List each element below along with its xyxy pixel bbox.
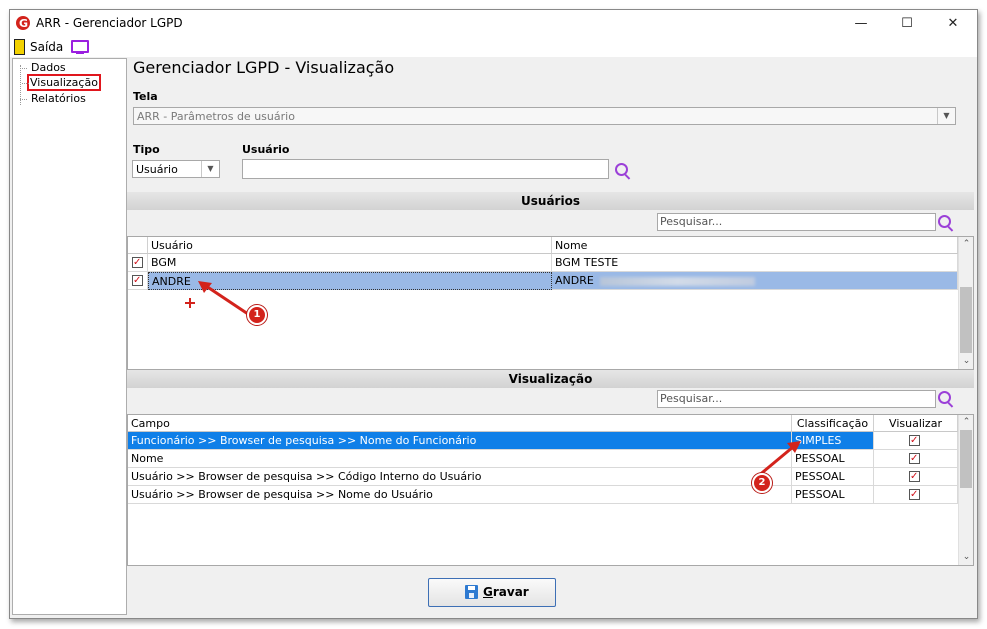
cell-campo: Usuário >> Browser de pesquisa >> Código… xyxy=(128,468,792,486)
tipo-select-value: Usuário xyxy=(136,163,178,176)
checkbox[interactable] xyxy=(909,468,920,485)
row-checkbox-cell[interactable] xyxy=(128,254,148,272)
app-window: G ARR - Gerenciador LGPD — ☐ ✕ Saída Dad… xyxy=(9,9,978,619)
tela-label: Tela xyxy=(133,90,158,103)
search-icon[interactable] xyxy=(938,215,951,228)
column-header-visualizar[interactable]: Visualizar xyxy=(874,415,958,432)
column-header-classificacao[interactable]: Classificação xyxy=(792,415,874,432)
column-header-check xyxy=(128,237,148,254)
scroll-up-icon[interactable]: ⌃ xyxy=(959,415,973,430)
save-disk-icon xyxy=(465,585,478,599)
usuarios-section-header: Usuários xyxy=(127,192,974,210)
usuario-label: Usuário xyxy=(242,143,290,156)
window-title: ARR - Gerenciador LGPD xyxy=(36,16,183,30)
column-header-usuario[interactable]: Usuário xyxy=(148,237,552,254)
save-button-label: Gravar xyxy=(483,585,529,599)
scroll-thumb[interactable] xyxy=(960,430,972,488)
cell-classificacao: PESSOAL xyxy=(792,486,874,504)
scroll-down-icon[interactable]: ⌄ xyxy=(959,354,973,369)
sidebar-tree: Dados Visualização Relatórios xyxy=(12,58,127,615)
visualizacao-grid: Campo Classificação Visualizar Funcionár… xyxy=(127,414,974,566)
cell-visualizar[interactable] xyxy=(874,486,958,504)
checkbox[interactable] xyxy=(132,272,143,289)
sidebar-item-label: Relatórios xyxy=(31,92,86,105)
add-cursor-icon xyxy=(185,298,195,308)
scroll-thumb[interactable] xyxy=(960,287,972,353)
usuarios-scrollbar[interactable]: ⌃ ⌄ xyxy=(958,237,973,369)
title-bar: G ARR - Gerenciador LGPD — ☐ ✕ xyxy=(10,10,977,37)
cell-visualizar[interactable] xyxy=(874,468,958,486)
minimize-button[interactable]: — xyxy=(838,10,884,37)
exit-door-icon[interactable] xyxy=(14,39,25,55)
sidebar-item-label: Visualização xyxy=(30,76,98,89)
checkbox[interactable] xyxy=(909,450,920,467)
annotation-badge-1: 1 xyxy=(247,305,267,325)
usuarios-search-input[interactable]: Pesquisar... xyxy=(657,213,936,231)
search-icon[interactable] xyxy=(938,391,951,404)
maximize-button[interactable]: ☐ xyxy=(884,10,930,37)
column-header-campo[interactable]: Campo xyxy=(128,415,792,432)
tela-select[interactable]: ARR - Parâmetros de usuário ▼ xyxy=(133,107,956,125)
column-header-nome[interactable]: Nome xyxy=(552,237,958,254)
sidebar-item-visualizacao[interactable]: Visualização xyxy=(22,74,101,91)
visualizacao-scrollbar[interactable]: ⌃ ⌄ xyxy=(958,415,973,565)
cell-nome-text: ANDRE xyxy=(555,274,594,287)
page-title: Gerenciador LGPD - Visualização xyxy=(133,58,395,77)
sidebar-item-dados[interactable]: Dados xyxy=(20,61,68,74)
visualizacao-section-header: Visualização xyxy=(127,370,974,388)
cell-visualizar[interactable] xyxy=(874,432,958,450)
monitor-icon[interactable] xyxy=(71,40,89,54)
toolbar: Saída xyxy=(10,37,977,57)
tipo-label: Tipo xyxy=(133,143,160,156)
tipo-select[interactable]: Usuário ▼ xyxy=(132,160,220,178)
svg-text:G: G xyxy=(19,17,28,30)
scroll-up-icon[interactable]: ⌃ xyxy=(959,237,973,252)
close-button[interactable]: ✕ xyxy=(930,10,976,37)
cell-nome: BGM TESTE xyxy=(552,254,958,272)
search-icon[interactable] xyxy=(615,163,628,176)
cell-campo: Nome xyxy=(128,450,792,468)
tela-select-value: ARR - Parâmetros de usuário xyxy=(137,110,295,123)
cell-campo: Usuário >> Browser de pesquisa >> Nome d… xyxy=(128,486,792,504)
exit-button[interactable]: Saída xyxy=(30,40,63,54)
usuario-input[interactable] xyxy=(242,159,609,179)
cell-campo: Funcionário >> Browser de pesquisa >> No… xyxy=(128,432,792,450)
scroll-down-icon[interactable]: ⌄ xyxy=(959,550,973,565)
annotation-badge-2: 2 xyxy=(752,473,772,493)
sidebar-item-label: Dados xyxy=(31,61,66,74)
cell-usuario: BGM xyxy=(148,254,552,272)
cell-nome: ANDRE xyxy=(552,272,958,290)
cell-visualizar[interactable] xyxy=(874,450,958,468)
checkbox[interactable] xyxy=(909,432,920,449)
row-checkbox-cell[interactable] xyxy=(128,272,148,290)
chevron-down-icon[interactable]: ▼ xyxy=(201,161,219,177)
chevron-down-icon[interactable]: ▼ xyxy=(937,108,955,124)
save-button[interactable]: Gravar xyxy=(428,578,556,607)
checkbox[interactable] xyxy=(909,486,920,503)
checkbox[interactable] xyxy=(132,254,143,271)
app-logo-icon: G xyxy=(16,16,30,30)
visualizacao-search-input[interactable]: Pesquisar... xyxy=(657,390,936,408)
redacted-name xyxy=(599,276,755,286)
sidebar-item-relatorios[interactable]: Relatórios xyxy=(20,92,88,105)
